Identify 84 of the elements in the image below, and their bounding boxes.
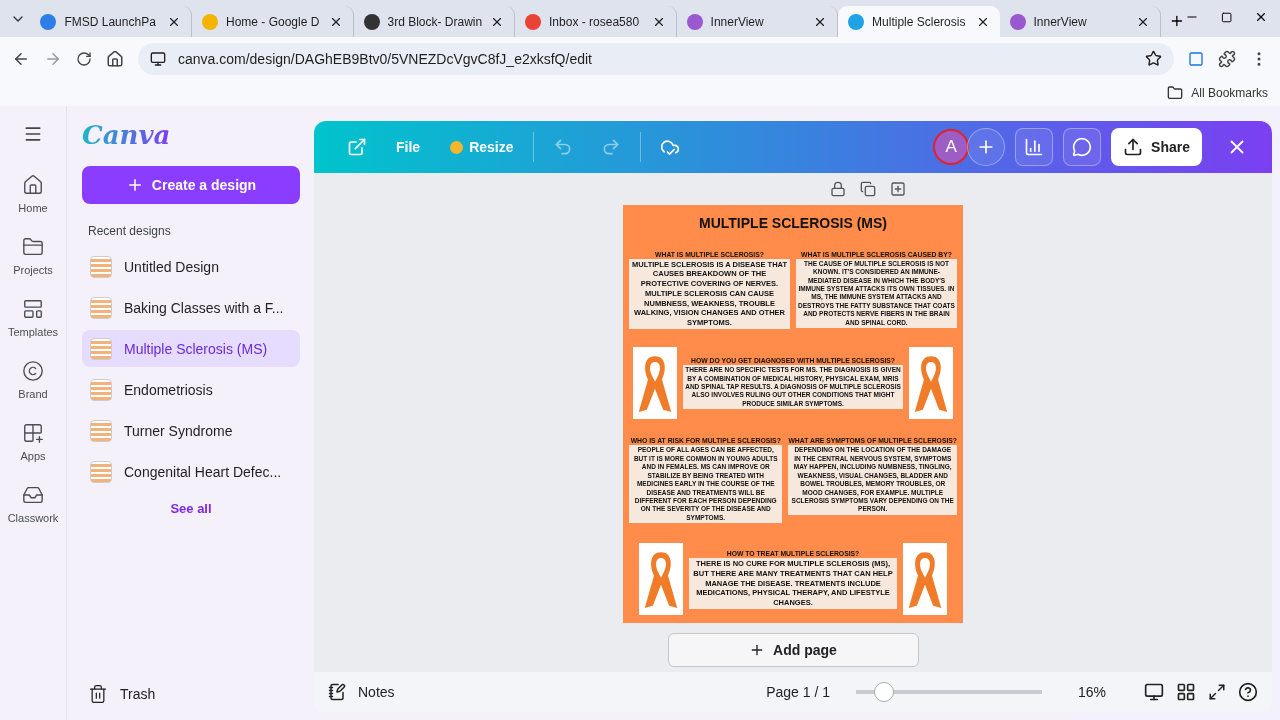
home-icon	[22, 174, 44, 196]
insights-button[interactable]	[1015, 128, 1054, 166]
site-icon	[201, 13, 218, 30]
cloud-check-icon	[660, 137, 681, 157]
duplicate-icon[interactable]	[860, 181, 876, 197]
rail-nav-item[interactable]: Projects	[13, 236, 53, 276]
design-thumbnail	[90, 419, 112, 442]
create-design-button[interactable]: Create a design	[82, 166, 300, 204]
templates-icon	[22, 298, 44, 320]
rail-nav-item[interactable]: Templates	[7, 298, 59, 338]
section-title: Recent designs	[88, 224, 172, 238]
extension-icon[interactable]	[1188, 50, 1204, 67]
display-icon[interactable]	[1144, 682, 1164, 702]
browser-tab[interactable]: Multiple Sclerosis	[838, 6, 1000, 37]
apps-icon	[22, 422, 44, 444]
rail-nav-item[interactable]: Brand	[18, 360, 48, 400]
zoom-slider-thumb[interactable]	[873, 682, 894, 702]
recent-design-item[interactable]: Turner Syndrome	[82, 412, 300, 449]
design-thumbnail	[90, 337, 112, 360]
fullscreen-icon[interactable]	[1208, 683, 1226, 701]
zoom-percent[interactable]: 16%	[1077, 684, 1106, 700]
tab-title: InnerView	[710, 14, 765, 29]
ribbon-picture	[903, 543, 947, 615]
poster-title: MULTIPLE SCLEROSIS (MS)	[698, 215, 888, 232]
design-thumbnail	[90, 460, 112, 483]
design-thumbnail	[90, 296, 112, 319]
menu-icon[interactable]	[23, 124, 43, 144]
ribbon-picture	[639, 543, 683, 615]
site-icon	[40, 13, 57, 30]
site-icon	[525, 13, 542, 30]
tab-title: Home - Google D	[225, 14, 321, 29]
restore-icon[interactable]	[1220, 11, 1233, 24]
inbox-icon	[22, 484, 44, 506]
home-icon[interactable]	[106, 49, 124, 68]
help-icon[interactable]	[1238, 682, 1258, 702]
rail-nav-item[interactable]: Classwork	[7, 484, 59, 524]
recent-design-item[interactable]: Multiple Sclerosis (MS)	[82, 330, 300, 367]
extensions-icon[interactable]	[1218, 49, 1236, 68]
tab-title: Inbox - rosea580	[549, 14, 641, 29]
comment-icon	[1072, 137, 1093, 157]
site-info-icon	[150, 50, 166, 67]
trash-button[interactable]: Trash	[82, 684, 300, 704]
notes-icon	[328, 683, 346, 701]
grid-view-icon[interactable]	[1176, 682, 1196, 702]
recent-design-item[interactable]: Endometriosis	[82, 371, 300, 408]
comments-button[interactable]	[1063, 128, 1102, 166]
recent-design-item[interactable]: Untitled Design	[82, 248, 300, 285]
site-icon	[363, 13, 380, 30]
bookmarks-label[interactable]: All Bookmarks	[1191, 86, 1268, 100]
redo-icon	[601, 137, 622, 157]
design-thumbnail	[90, 255, 112, 278]
tab-title: InnerView	[1033, 14, 1088, 29]
url-text: canva.com/design/DAGhEB9Btv0/5VNEZDcVgvC8fJ_e2xksfQ/edit	[178, 50, 593, 67]
reload-icon[interactable]	[76, 50, 92, 67]
see-all-link[interactable]: See all	[164, 500, 218, 517]
share-icon	[1123, 137, 1144, 157]
bookmark-star-icon[interactable]	[1145, 50, 1162, 67]
design-thumbnail	[90, 378, 112, 401]
add-page-icon[interactable]	[890, 181, 906, 197]
recent-design-item[interactable]: Baking Classes with a F...	[82, 289, 300, 326]
brand-icon	[22, 360, 44, 382]
tab-title: FMSD LaunchPa	[64, 14, 157, 29]
site-icon	[1009, 13, 1026, 30]
trash-icon	[88, 684, 108, 704]
user-avatar[interactable]: A	[933, 129, 970, 165]
tab-title: 3rd Block- Drawin	[387, 14, 483, 29]
page-indicator[interactable]: Page 1 / 1	[766, 684, 830, 700]
crown-icon	[450, 140, 464, 154]
site-icon	[848, 13, 865, 30]
bar-chart-icon	[1024, 137, 1045, 157]
add-collaborator-button[interactable]	[967, 128, 1006, 166]
external-link-icon	[347, 137, 367, 157]
add-page-button[interactable]: Add page	[667, 633, 919, 667]
recent-design-item[interactable]: Congenital Heart Defec...	[82, 453, 300, 490]
lock-icon[interactable]	[830, 181, 846, 197]
site-icon	[686, 13, 703, 30]
folder-icon	[22, 236, 44, 258]
tab-title: Multiple Sclerosis	[872, 14, 967, 29]
notes-button[interactable]: Notes	[358, 684, 395, 700]
folder-icon	[1167, 85, 1184, 101]
share-button[interactable]: Share	[1111, 128, 1202, 166]
address-bar[interactable]: canva.com/design/DAGhEB9Btv0/5VNEZDcVgvC8fJ_e2xksfQ/edit	[138, 42, 1174, 75]
rail-nav-item[interactable]: Home	[18, 174, 48, 214]
rail-nav-item[interactable]: Apps	[20, 422, 46, 462]
